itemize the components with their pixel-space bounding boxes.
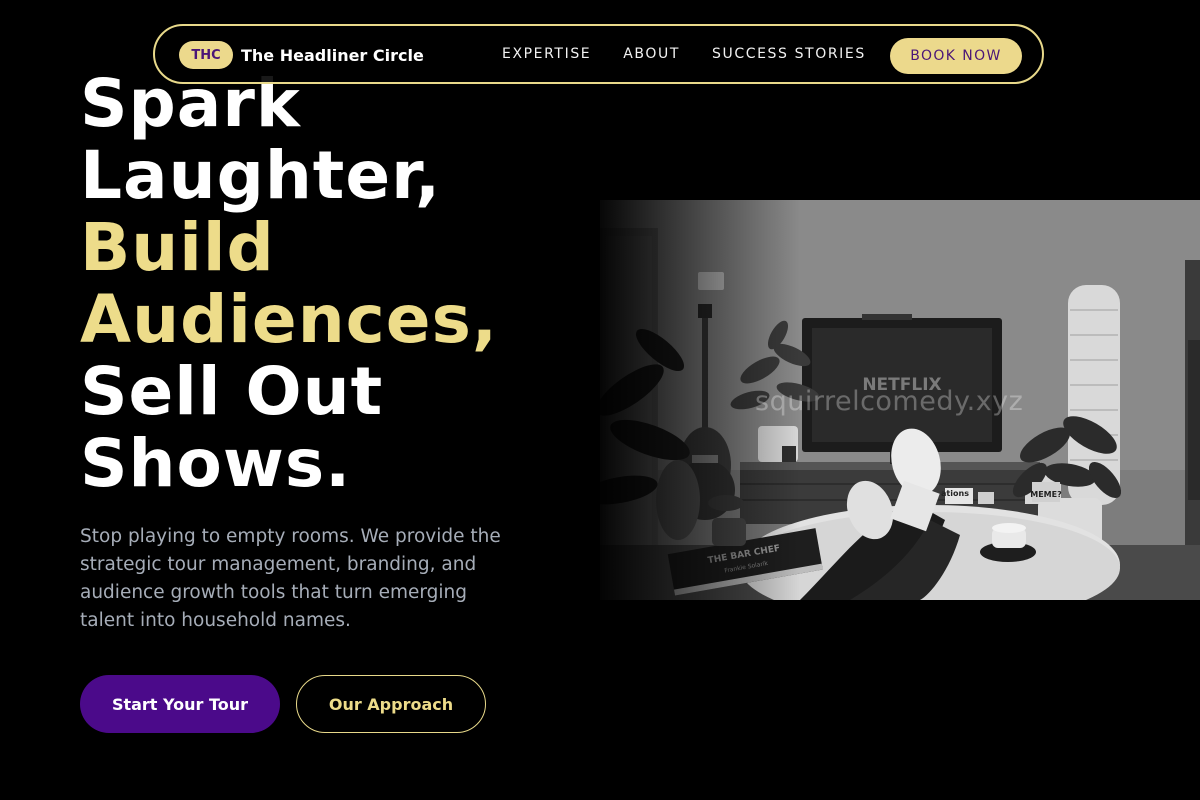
top-nav: THC The Headliner Circle EXPERTISE ABOUT…	[153, 24, 1044, 84]
nav-link-expertise[interactable]: EXPERTISE	[502, 46, 591, 62]
image-watermark: squirrelcomedy.xyz	[755, 386, 1024, 417]
headline-line-accent: Build	[80, 209, 275, 286]
nav-link-success-stories[interactable]: SUCCESS STORIES	[712, 46, 866, 62]
nav-link-about[interactable]: ABOUT	[623, 46, 680, 62]
our-approach-button[interactable]: Our Approach	[296, 675, 486, 733]
book-now-button[interactable]: BOOK NOW	[890, 38, 1022, 74]
headline-line: Sell Out	[80, 353, 384, 430]
nav-links: EXPERTISE ABOUT SUCCESS STORIES	[502, 26, 898, 82]
hero-image: NETFLIX MEME? ations THE BAR CHEF Franki…	[600, 200, 1200, 600]
headline-line: Shows.	[80, 425, 352, 502]
svg-text:MEME?: MEME?	[1030, 490, 1062, 499]
brand-name: The Headliner Circle	[241, 45, 424, 65]
headline-line: Laughter,	[80, 137, 442, 214]
hero-headline: Spark Laughter, Build Audiences, Sell Ou…	[80, 68, 498, 500]
svg-text:ations: ations	[941, 489, 969, 498]
brand-logo[interactable]: THC The Headliner Circle	[179, 41, 424, 69]
brand-badge: THC	[179, 41, 233, 69]
start-tour-button[interactable]: Start Your Tour	[80, 675, 280, 733]
headline-line-accent: Audiences,	[80, 281, 498, 358]
hero-subtext: Stop playing to empty rooms. We provide …	[80, 526, 501, 631]
